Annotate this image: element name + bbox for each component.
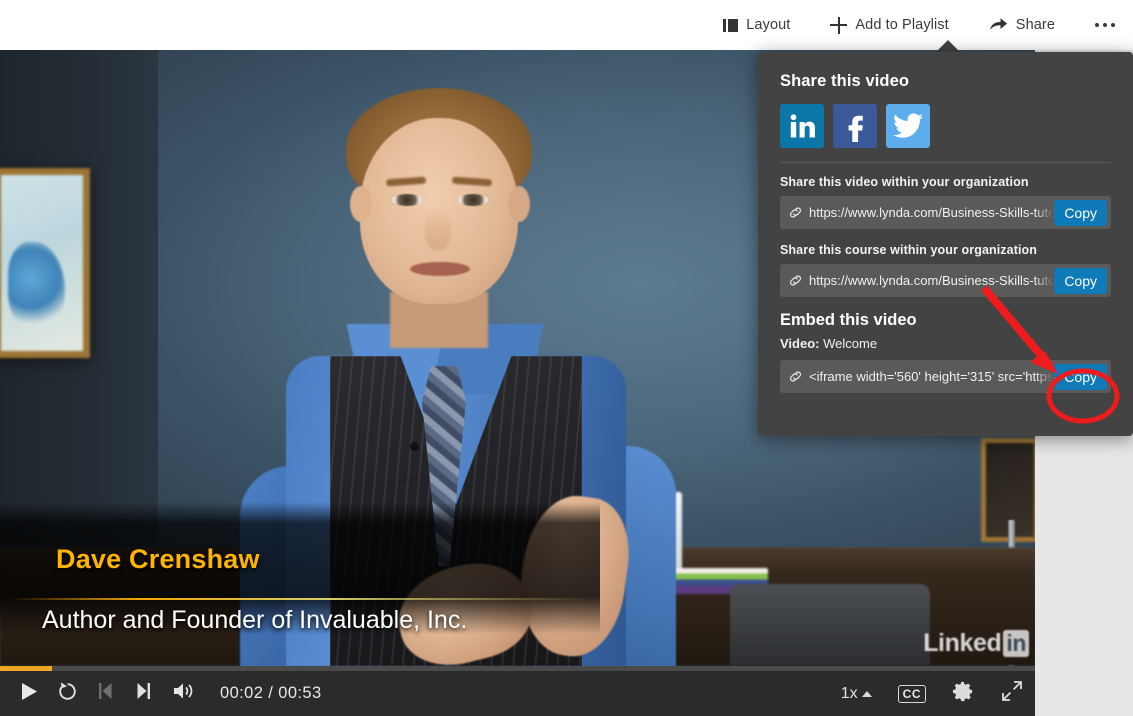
embed-video-meta-label: Video: xyxy=(780,336,820,351)
next-video-button[interactable] xyxy=(124,675,162,713)
time-display: 00:02 / 00:53 xyxy=(220,684,322,702)
rewind-10-icon xyxy=(57,681,78,707)
linkedin-icon xyxy=(790,114,815,138)
link-icon xyxy=(788,273,803,288)
layout-button-label: Layout xyxy=(746,17,791,33)
more-options-button[interactable] xyxy=(1095,23,1115,27)
gear-icon xyxy=(952,680,975,708)
chevron-up-icon xyxy=(861,690,872,697)
facebook-share-button[interactable] xyxy=(833,104,877,148)
link-icon xyxy=(788,205,803,220)
embed-copy-button[interactable]: Copy xyxy=(1054,363,1107,390)
course-share-copy-button[interactable]: Copy xyxy=(1054,267,1107,294)
video-share-field[interactable]: https://www.lynda.com/Business-Skills-tu… xyxy=(780,196,1111,229)
player-control-bar: 00:02 / 00:53 1x CC xyxy=(0,666,1035,716)
video-player-page: Layout Add to Playlist Share Dave Crensh… xyxy=(0,0,1133,716)
course-share-field[interactable]: https://www.lynda.com/Business-Skills-tu… xyxy=(780,264,1111,297)
presenter-title: Author and Founder of Invaluable, Inc. xyxy=(42,606,468,634)
video-share-label: Share this video within your organizatio… xyxy=(780,175,1029,189)
controls-left-group: 00:02 / 00:53 xyxy=(10,671,322,716)
share-button[interactable]: Share xyxy=(989,17,1055,33)
controls-right-group: 1x CC xyxy=(841,671,1023,716)
presenter-name: Dave Crenshaw xyxy=(56,544,260,574)
ellipsis-icon xyxy=(1095,23,1115,27)
embed-video-meta: Video: Welcome xyxy=(780,336,1111,351)
twitter-share-button[interactable] xyxy=(886,104,930,148)
next-icon xyxy=(136,682,151,705)
layout-button[interactable]: Layout xyxy=(723,17,790,33)
share-button-label: Share xyxy=(1015,17,1055,33)
settings-button[interactable] xyxy=(952,680,975,708)
previous-icon xyxy=(98,682,113,705)
lower-third-rule xyxy=(10,598,590,600)
fullscreen-button[interactable] xyxy=(1001,680,1023,707)
top-toolbar: Layout Add to Playlist Share xyxy=(0,0,1133,50)
embed-code-value: <iframe width='560' height='315' src='ht… xyxy=(809,369,1055,384)
video-share-copy-button[interactable]: Copy xyxy=(1054,199,1107,226)
embed-code-field[interactable]: <iframe width='560' height='315' src='ht… xyxy=(780,360,1111,393)
add-to-playlist-label: Add to Playlist xyxy=(855,17,949,33)
course-share-label: Share this course within your organizati… xyxy=(780,243,1038,257)
facebook-icon xyxy=(848,115,863,142)
watermark-badge: in xyxy=(1003,630,1029,657)
linkedin-share-button[interactable] xyxy=(780,104,824,148)
rewind-button[interactable] xyxy=(48,675,86,713)
play-button[interactable] xyxy=(10,675,48,713)
embed-video-meta-value: Welcome xyxy=(823,336,878,351)
layout-icon xyxy=(723,18,739,32)
share-panel: Share this video Share this video within… xyxy=(758,52,1133,436)
share-arrow-icon xyxy=(989,17,1008,33)
course-share-url: https://www.lynda.com/Business-Skills-tu… xyxy=(809,273,1055,288)
share-panel-title: Share this video xyxy=(780,72,910,90)
play-icon xyxy=(21,682,38,706)
share-panel-divider xyxy=(780,162,1111,163)
linkedin-watermark: Linked in xyxy=(923,629,1029,658)
add-to-playlist-button[interactable]: Add to Playlist xyxy=(830,16,949,34)
twitter-icon xyxy=(893,113,923,138)
fullscreen-icon xyxy=(1001,680,1023,707)
previous-video-button[interactable] xyxy=(86,675,124,713)
plus-icon xyxy=(830,16,848,34)
link-icon xyxy=(788,369,803,384)
embed-heading: Embed this video xyxy=(780,311,917,329)
scene-picture-left xyxy=(0,168,90,358)
playback-speed-button[interactable]: 1x xyxy=(841,685,872,703)
lower-third-overlay: Dave Crenshaw Author and Founder of Inva… xyxy=(0,502,600,634)
volume-icon xyxy=(172,681,196,706)
social-share-row xyxy=(780,104,1111,148)
watermark-text: Linked xyxy=(923,629,1002,657)
captions-button[interactable]: CC xyxy=(897,684,926,703)
volume-button[interactable] xyxy=(162,675,206,713)
playback-speed-label: 1x xyxy=(840,684,858,702)
scene-laptop xyxy=(730,584,930,666)
video-share-url: https://www.lynda.com/Business-Skills-tu… xyxy=(809,205,1055,220)
